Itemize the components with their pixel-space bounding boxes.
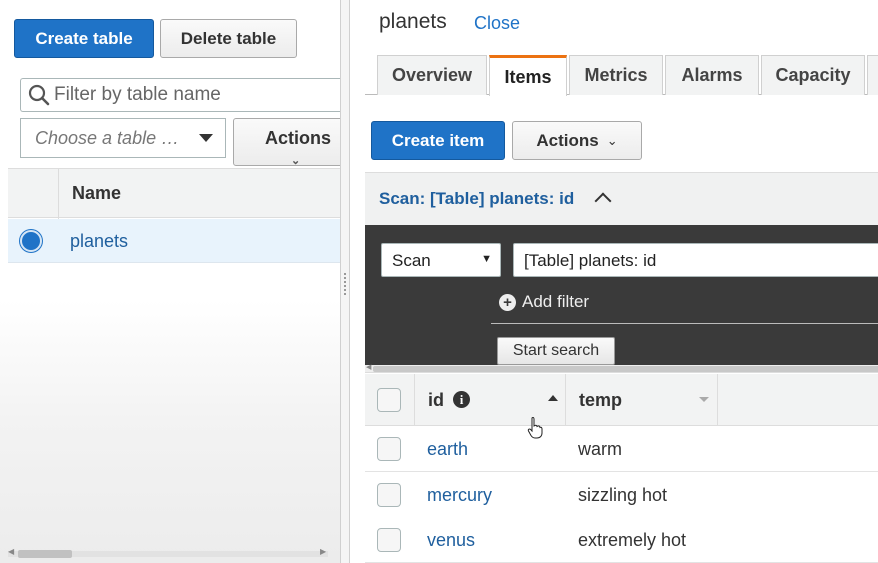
add-filter-label: Add filter [522, 292, 590, 311]
create-table-button[interactable]: Create table [14, 19, 154, 58]
scan-section-title: Scan: [Table] planets: id [379, 189, 575, 208]
scrollbar-thumb[interactable] [373, 366, 878, 372]
table-detail-panel: planets Close Overview Items Metrics Ala… [351, 0, 878, 563]
row-checkbox[interactable] [377, 437, 401, 461]
table-actions-label: Actions [265, 128, 332, 148]
select-all-checkbox[interactable] [377, 388, 401, 412]
hand-pointer-cursor-icon [527, 416, 543, 444]
item-actions-button[interactable]: Actions ⌄ [512, 121, 642, 160]
column-header-id[interactable]: id [428, 390, 444, 411]
scroll-left-arrow-icon[interactable]: ◀ [366, 363, 371, 371]
item-id-link[interactable]: earth [427, 439, 468, 460]
chevron-up-icon[interactable] [594, 192, 612, 210]
table-row[interactable]: mercury sizzling hot [365, 472, 878, 518]
filter-divider [491, 323, 878, 324]
tab-more[interactable] [867, 55, 878, 95]
table-filter-field[interactable] [20, 78, 340, 112]
start-search-button[interactable]: Start search [497, 337, 615, 365]
dropdown-caret-icon: ▼ [481, 253, 492, 265]
scan-query-panel: Scan ▼ [Table] planets: id + Add filter … [365, 225, 878, 365]
table-list-row[interactable]: planets [8, 219, 340, 263]
choose-table-select[interactable]: Choose a table … [20, 118, 226, 158]
resize-grip-icon [344, 273, 346, 295]
table-list-header: Name [8, 168, 340, 219]
table-list-panel: Create table Delete table Choose a table… [0, 0, 340, 563]
results-horizontal-scrollbar[interactable]: ◀ [365, 363, 878, 373]
scan-target-value: [Table] planets: id [524, 251, 657, 270]
pane-resize-handle[interactable] [340, 0, 350, 563]
table-filter-input[interactable] [54, 84, 340, 106]
tab-overview[interactable]: Overview [377, 55, 487, 95]
item-temp-value: extremely hot [578, 530, 687, 550]
column-divider [717, 374, 718, 426]
table-title: planets [379, 10, 447, 33]
scroll-left-arrow-icon[interactable]: ◀ [8, 547, 14, 556]
item-id-link[interactable]: venus [427, 530, 475, 551]
chevron-down-icon: ⌄ [606, 132, 618, 148]
tab-capacity[interactable]: Capacity [761, 55, 865, 95]
scan-target-select[interactable]: [Table] planets: id [513, 243, 878, 277]
item-temp-value: sizzling hot [578, 485, 668, 505]
delete-table-button[interactable]: Delete table [160, 19, 297, 58]
scan-mode-select[interactable]: Scan ▼ [381, 243, 501, 277]
row-checkbox[interactable] [377, 528, 401, 552]
info-icon[interactable]: i [453, 391, 470, 408]
table-select-radio[interactable] [20, 230, 42, 252]
table-actions-button[interactable]: Actions ⌄ [233, 118, 340, 167]
row-checkbox[interactable] [377, 483, 401, 507]
sort-icon[interactable] [699, 397, 709, 402]
results-table-header: id i temp [365, 374, 878, 426]
table-name-link[interactable]: planets [70, 231, 128, 252]
create-item-button[interactable]: Create item [371, 121, 505, 160]
column-header-temp[interactable]: temp [579, 390, 622, 411]
add-filter-button[interactable]: + Add filter [499, 292, 589, 312]
table-row[interactable]: earth warm [365, 426, 878, 472]
close-link[interactable]: Close [474, 13, 520, 34]
chevron-down-icon: ⌄ [291, 155, 301, 167]
dropdown-caret-icon [199, 134, 213, 142]
plus-circle-icon: + [499, 293, 516, 311]
search-icon [28, 84, 50, 106]
column-header-name[interactable]: Name [72, 183, 121, 204]
scan-section-header[interactable]: Scan: [Table] planets: id [365, 172, 878, 225]
scrollbar-thumb[interactable] [18, 550, 72, 558]
column-divider [414, 374, 415, 426]
tab-items[interactable]: Items [489, 55, 567, 96]
table-row[interactable]: venus extremely hot [365, 517, 878, 563]
sort-ascending-icon[interactable] [548, 395, 558, 401]
scan-mode-value: Scan [392, 251, 431, 270]
item-actions-label: Actions [536, 130, 599, 150]
item-temp-value: warm [578, 439, 622, 459]
scroll-right-arrow-icon[interactable]: ▶ [320, 547, 326, 556]
column-divider [565, 374, 566, 426]
detail-tabs: Overview Items Metrics Alarms Capacity [365, 55, 878, 96]
tab-alarms[interactable]: Alarms [665, 55, 759, 95]
column-divider [58, 169, 59, 219]
item-id-link[interactable]: mercury [427, 485, 492, 506]
horizontal-scrollbar[interactable]: ◀ ▶ [8, 547, 328, 559]
choose-table-placeholder: Choose a table … [35, 127, 180, 148]
tab-metrics[interactable]: Metrics [569, 55, 663, 95]
